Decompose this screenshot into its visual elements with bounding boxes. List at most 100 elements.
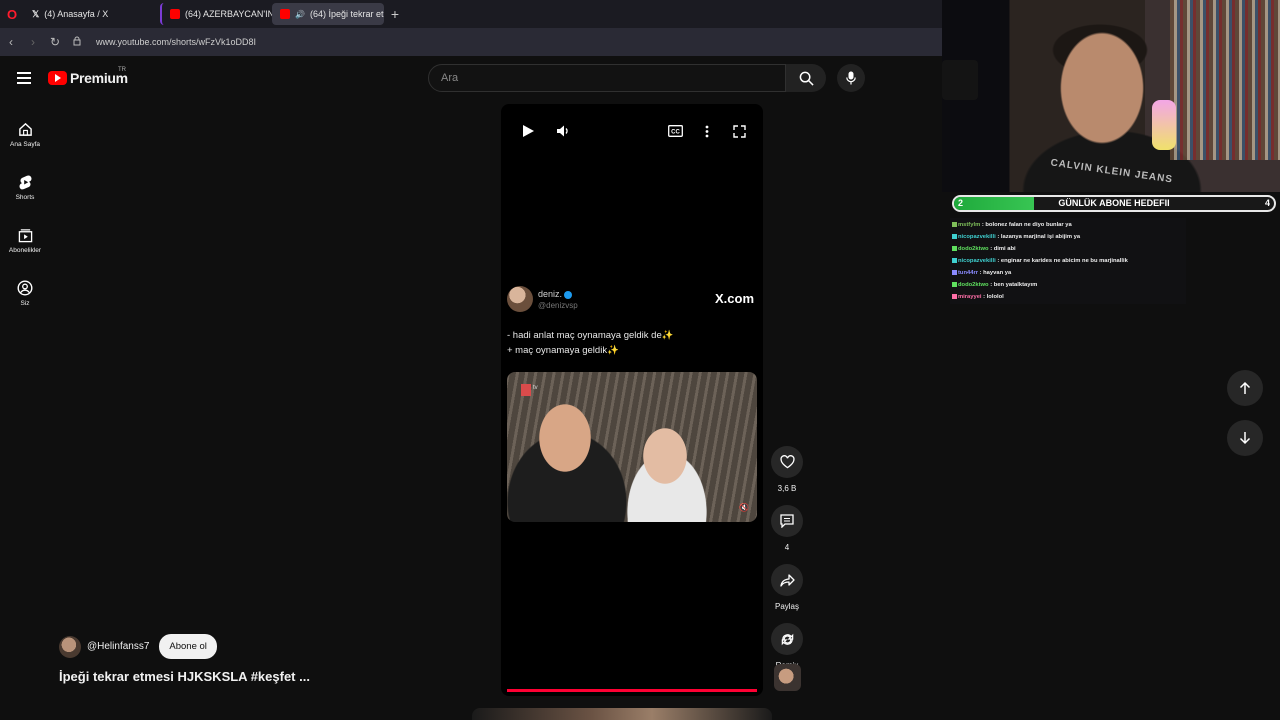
remix-button[interactable] [771, 623, 803, 655]
chat-badge-icon [952, 221, 957, 227]
sidebar-item-you[interactable]: Siz [0, 267, 50, 320]
share-action: Paylaş [771, 564, 803, 611]
subscriber-goal-bar: 2 GÜNLÜK ABONE HEDEFII 4 [952, 195, 1276, 212]
chat-message: mstfylm : boIonez falan ne diyo bunlar y… [952, 219, 1184, 231]
volume-button[interactable] [553, 122, 573, 140]
comments-button[interactable] [771, 505, 803, 537]
chat-text: ben yatalktayım [993, 282, 1038, 288]
comment-count: 4 [784, 543, 790, 552]
forward-icon[interactable]: › [22, 35, 44, 49]
tab-x-home[interactable]: 𝕏 (4) Anasayfa / X [24, 3, 136, 25]
streamer-webcam: CALVIN KLEIN JEANS [942, 0, 1280, 192]
chat-message: nicopazvekilli : lazanya marjinal işi ab… [952, 231, 1184, 243]
back-icon[interactable]: ‹ [0, 35, 22, 49]
tweet-author: deniz. [538, 289, 573, 299]
goal-target: 4 [1264, 198, 1270, 208]
svg-text:CC: CC [671, 130, 680, 136]
tweet-header: deniz. @denizvsp X.com [507, 286, 757, 316]
chat-message: dodo2ktwo : dimi abi [952, 243, 1184, 255]
share-icon [779, 573, 795, 587]
youtube-premium-logo[interactable]: Premium TR [48, 67, 128, 86]
shorts-player[interactable]: CC deniz. @denizvsp X.com - hadi anlat m… [501, 104, 763, 696]
tab-label: (64) AZERBAYCAN'IN EN Ç [185, 9, 272, 19]
chat-text: dimi abi [993, 246, 1016, 252]
chat-username: nicopazvekilli [958, 258, 996, 264]
more-options-button[interactable] [697, 122, 717, 140]
tweet-video-thumbnail: tv 🔇 [507, 372, 757, 522]
channel-logo-icon [521, 384, 531, 396]
opera-logo-icon[interactable]: O [0, 0, 24, 28]
shorts-actions: 3,6 B 4 Paylaş Remix [771, 446, 803, 682]
chat-username: dodo2ktwo [958, 282, 989, 288]
subscriptions-icon [18, 228, 32, 242]
chat-badge-icon [952, 233, 957, 239]
voice-search-button[interactable] [837, 64, 865, 92]
chat-badge-icon [952, 281, 957, 287]
subscribe-button[interactable]: Abone ol [159, 634, 217, 659]
chat-badge-icon [952, 245, 957, 251]
stream-chat: mstfylm : boIonez falan ne diyo bunlar y… [950, 218, 1186, 304]
tab-youtube-azerbaycan[interactable]: (64) AZERBAYCAN'IN EN Ç [160, 3, 272, 25]
sidebar-item-home[interactable]: Ana Sayfa [0, 108, 50, 161]
video-progress-bar[interactable] [507, 689, 757, 692]
sidebar-item-label: Shorts [15, 194, 35, 201]
like-button[interactable] [771, 446, 803, 478]
chat-badge-icon [952, 269, 957, 275]
fullscreen-button[interactable] [729, 122, 749, 140]
sound-thumbnail[interactable] [774, 664, 801, 691]
menu-icon[interactable] [17, 72, 31, 84]
tab-youtube-ipegi[interactable]: 🔊 (64) İpeği tekrar etme [272, 3, 384, 25]
sidebar-item-subscriptions[interactable]: Abonelikler [0, 214, 50, 267]
captions-button[interactable]: CC [665, 122, 685, 140]
youtube-page: Premium TR Ana Sayfa Shorts Abonelikler … [0, 56, 1263, 720]
chat-message: dodo2ktwo : ben yatalktayım [952, 279, 1184, 291]
chat-badge-icon [952, 293, 957, 299]
chat-text: lololol [986, 294, 1004, 300]
chat-text: lazanya marjinal işi abijim ya [1000, 234, 1081, 240]
channel-handle[interactable]: @Helinfanss7 [87, 641, 149, 652]
home-icon [18, 122, 32, 136]
chat-text: hayvan ya [983, 270, 1012, 276]
search-button[interactable] [786, 64, 826, 92]
tweet-handle: @denizvsp [538, 301, 578, 310]
browser-address-bar: ‹ › ↻ www.youtube.com/shorts/wFzVk1oDD8I [0, 28, 942, 56]
previous-short-button[interactable] [1227, 370, 1263, 406]
sidebar-item-label: Siz [20, 300, 30, 307]
comments-action: 4 [771, 505, 803, 552]
chat-username: tun44rr [958, 270, 978, 276]
youtube-play-logo-icon [48, 71, 67, 85]
chat-username: mirayyei [958, 294, 982, 300]
you-icon [17, 280, 33, 296]
share-button[interactable] [771, 564, 803, 596]
more-vertical-icon [705, 125, 709, 137]
bookshelf [1170, 0, 1280, 160]
tab-label: (64) İpeği tekrar etme [309, 9, 384, 19]
tweet-avatar [507, 286, 533, 312]
x-favicon-icon: 𝕏 [32, 8, 40, 19]
search-input[interactable] [429, 65, 785, 91]
play-button[interactable] [518, 122, 538, 140]
like-count: 3,6 B [777, 484, 797, 493]
next-short-button[interactable] [1227, 420, 1263, 456]
lock-icon [66, 35, 88, 49]
sidebar-item-label: Abonelikler [8, 246, 42, 254]
sidebar: Ana Sayfa Shorts Abonelikler Siz [0, 108, 50, 320]
search-box [428, 64, 786, 92]
video-title[interactable]: İpeği tekrar etmesi HJKSKSLA #keşfet ... [59, 669, 310, 684]
country-code: TR [118, 67, 126, 73]
chat-username: mstfylm [958, 222, 981, 228]
share-label: Paylaş [774, 602, 799, 611]
new-tab-button[interactable]: + [384, 6, 406, 22]
url-field[interactable]: www.youtube.com/shorts/wFzVk1oDD8I [96, 37, 256, 47]
mute-icon: 🔇 [739, 503, 749, 512]
heart-icon [779, 455, 795, 469]
next-short-preview[interactable] [472, 708, 772, 720]
fullscreen-icon [732, 124, 746, 138]
reload-icon[interactable]: ↻ [44, 35, 66, 49]
tweet-text: - hadi anlat maç oynamaya geldik de✨ + m… [507, 330, 674, 356]
chat-text: enginar ne karides ne abicim ne bu marji… [1000, 258, 1128, 264]
shorts-icon [19, 175, 31, 190]
verified-badge-icon [564, 290, 573, 299]
sidebar-item-shorts[interactable]: Shorts [0, 161, 50, 214]
channel-avatar[interactable] [59, 635, 81, 658]
